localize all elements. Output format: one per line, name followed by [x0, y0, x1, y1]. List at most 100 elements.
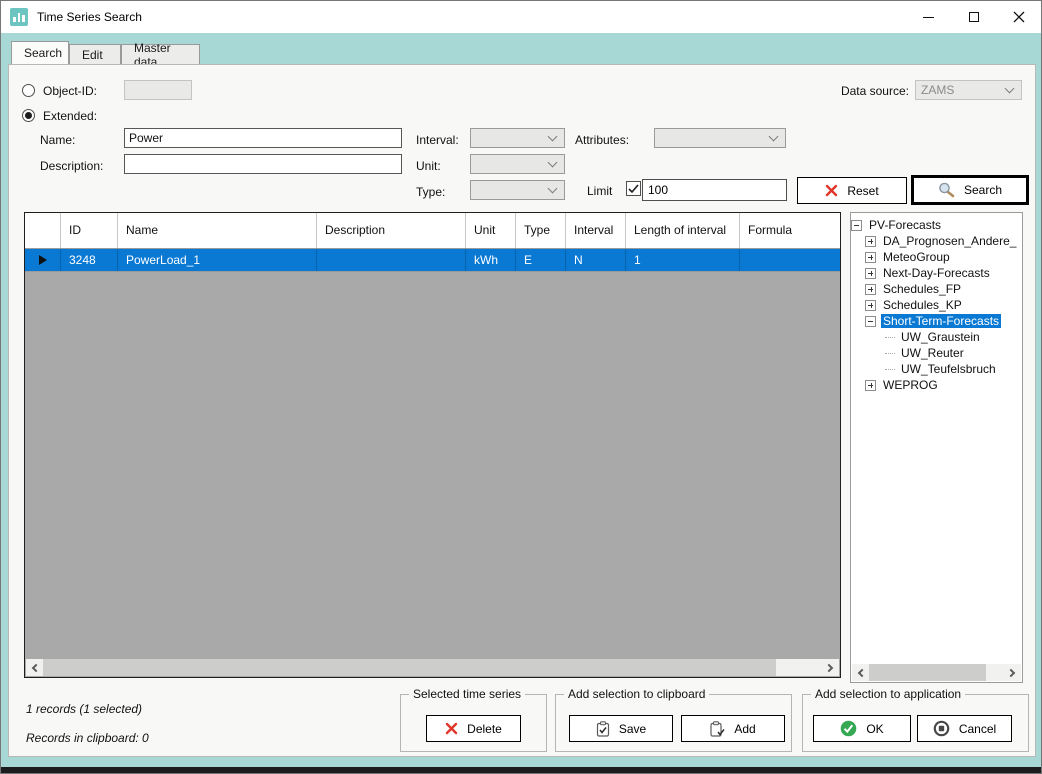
check-icon: [628, 184, 639, 194]
expand-icon[interactable]: [865, 284, 876, 295]
cell-length-of-interval: 1: [626, 249, 740, 271]
column-header-length-of-interval[interactable]: Length of interval: [626, 213, 740, 248]
limit-label: Limit: [587, 184, 612, 198]
delete-button[interactable]: Delete: [426, 715, 521, 742]
tree-item[interactable]: MeteoGroup: [865, 249, 1022, 265]
clipboard-add-icon: [710, 721, 725, 737]
interval-combo: [470, 128, 565, 148]
row-selector[interactable]: [25, 249, 61, 271]
scroll-left-icon[interactable]: [26, 659, 43, 676]
group-title: Add selection to application: [811, 687, 965, 701]
grid-horizontal-scrollbar[interactable]: [26, 659, 839, 676]
tree-item[interactable]: UW_Reuter: [885, 345, 1022, 361]
close-icon: [1013, 11, 1025, 23]
tree-item[interactable]: WEPROG: [865, 377, 1022, 393]
maximize-button[interactable]: [951, 1, 996, 33]
tree-horizontal-scrollbar[interactable]: [852, 664, 1021, 681]
scrollbar-thumb[interactable]: [43, 659, 776, 676]
tree-item[interactable]: Next-Day-Forecasts: [865, 265, 1022, 281]
column-header-unit[interactable]: Unit: [466, 213, 516, 248]
chevron-down-icon: [548, 157, 558, 167]
collapse-icon[interactable]: [851, 220, 862, 231]
save-label: Save: [619, 722, 646, 736]
tree-item-label: MeteoGroup: [881, 250, 952, 264]
minimize-button[interactable]: [906, 1, 951, 33]
tree-item-label: Schedules_KP: [881, 298, 964, 312]
expand-icon[interactable]: [865, 300, 876, 311]
time-series-search-window: Time Series Search Search Edit Master da…: [0, 0, 1042, 774]
collapse-icon[interactable]: [865, 316, 876, 327]
chevron-down-icon: [548, 183, 558, 193]
expand-icon[interactable]: [865, 252, 876, 263]
name-input[interactable]: [124, 128, 402, 148]
scroll-left-icon[interactable]: [852, 664, 869, 681]
attributes-label: Attributes:: [575, 133, 629, 147]
limit-value-input[interactable]: [643, 180, 808, 200]
close-button[interactable]: [996, 1, 1041, 33]
attributes-combo: [654, 128, 786, 148]
stop-circle-icon: [933, 720, 950, 737]
tree-item-label: Short-Term-Forecasts: [881, 314, 1001, 328]
column-header-interval[interactable]: Interval: [566, 213, 626, 248]
tree-connector: [885, 353, 895, 354]
tab-edit[interactable]: Edit: [69, 44, 121, 64]
table-row[interactable]: 3248 PowerLoad_1 kWh E N 1: [25, 249, 840, 272]
search-tab-page: Object-ID: Data source: ZAMS Extended: N…: [8, 64, 1036, 757]
expand-icon[interactable]: [865, 236, 876, 247]
expand-icon[interactable]: [865, 380, 876, 391]
column-header-id[interactable]: ID: [61, 213, 118, 248]
background-window-strip: [1, 767, 1041, 773]
group-title: Selected time series: [409, 687, 525, 701]
tree-item[interactable]: DA_Prognosen_Andere_: [865, 233, 1022, 249]
window-title: Time Series Search: [37, 10, 142, 24]
object-id-radio[interactable]: [22, 84, 35, 97]
tree-item-label: UW_Graustein: [899, 330, 982, 344]
scroll-right-icon[interactable]: [1004, 664, 1021, 681]
add-button[interactable]: Add: [681, 715, 785, 742]
tree-item[interactable]: UW_Teufelsbruch: [885, 361, 1022, 377]
cancel-label: Cancel: [959, 722, 996, 736]
limit-checkbox[interactable]: [626, 181, 641, 196]
magnifier-icon: [938, 182, 955, 198]
scrollbar-thumb[interactable]: [869, 664, 986, 681]
scroll-right-icon[interactable]: [822, 659, 839, 676]
reset-label: Reset: [847, 184, 878, 198]
tree-item[interactable]: UW_Graustein: [885, 329, 1022, 345]
tree-item-label: UW_Reuter: [899, 346, 966, 360]
limit-spinner[interactable]: [642, 179, 787, 201]
header-row-selector: [25, 213, 61, 248]
unit-label: Unit:: [416, 159, 441, 173]
cell-id: 3248: [61, 249, 118, 271]
forecast-tree: PV-Forecasts DA_Prognosen_Andere_ MeteoG…: [850, 212, 1023, 683]
clipboard-check-icon: [596, 721, 610, 737]
titlebar: Time Series Search: [1, 1, 1041, 33]
description-input[interactable]: [124, 154, 402, 174]
tree-item-selected[interactable]: Short-Term-Forecasts: [865, 313, 1022, 329]
tree-item[interactable]: Schedules_FP: [865, 281, 1022, 297]
tree-item[interactable]: Schedules_KP: [865, 297, 1022, 313]
column-header-type[interactable]: Type: [516, 213, 566, 248]
extended-label: Extended:: [43, 109, 97, 123]
unit-combo: [470, 154, 565, 174]
minimize-icon: [923, 17, 934, 18]
search-button[interactable]: Search: [911, 175, 1029, 205]
cancel-button[interactable]: Cancel: [917, 715, 1012, 742]
tree-item-label: Schedules_FP: [881, 282, 963, 296]
ok-button[interactable]: OK: [813, 715, 911, 742]
column-header-description[interactable]: Description: [317, 213, 466, 248]
extended-radio[interactable]: [22, 109, 35, 122]
reset-button[interactable]: Reset: [797, 177, 907, 204]
tree-item[interactable]: PV-Forecasts: [851, 217, 1022, 233]
cell-description: [317, 249, 466, 271]
app-bar-chart-icon: [10, 8, 28, 26]
tab-master-data[interactable]: Master data: [121, 44, 200, 64]
group-add-to-clipboard: Add selection to clipboard Save Add: [555, 694, 792, 752]
column-header-formula[interactable]: Formula: [740, 213, 840, 248]
delete-label: Delete: [467, 722, 502, 736]
column-header-name[interactable]: Name: [118, 213, 317, 248]
green-check-circle-icon: [840, 720, 857, 737]
expand-icon[interactable]: [865, 268, 876, 279]
cell-unit: kWh: [466, 249, 516, 271]
tab-search[interactable]: Search: [11, 41, 69, 64]
save-button[interactable]: Save: [569, 715, 673, 742]
